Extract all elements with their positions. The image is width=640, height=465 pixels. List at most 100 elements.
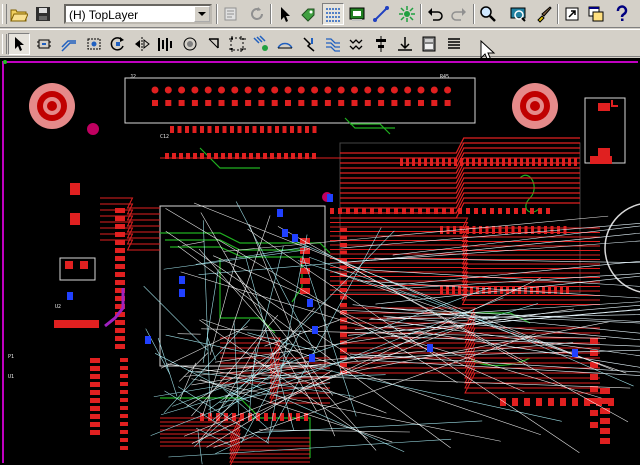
- copper-trace: [100, 221, 160, 233]
- smd-pad: [514, 208, 518, 214]
- silk-text: U1: [8, 374, 14, 380]
- save-icon[interactable]: [32, 3, 54, 25]
- header-pad: [418, 100, 424, 106]
- ratsnest-line: [157, 337, 178, 397]
- toolbar-grip[interactable]: [2, 4, 7, 24]
- route-track-icon[interactable]: [58, 33, 80, 55]
- smd-pad: [340, 288, 347, 292]
- smd-pad: [488, 286, 491, 294]
- header-pad: [404, 100, 411, 106]
- smd-pad: [90, 358, 100, 363]
- smd-pad: [242, 153, 246, 159]
- smd-pad: [470, 286, 473, 294]
- smd-pad: [120, 438, 128, 442]
- smd-pad: [90, 382, 100, 387]
- smd-pad: [484, 158, 487, 166]
- rotate-icon[interactable]: [107, 33, 129, 55]
- smd-pad: [370, 208, 374, 214]
- check-icon[interactable]: [298, 33, 320, 55]
- net-list-icon[interactable]: [346, 33, 368, 55]
- smd-pad: [518, 226, 521, 234]
- undo-icon[interactable]: [424, 3, 446, 25]
- smd-pad: [298, 153, 302, 159]
- frame-icon[interactable]: [226, 33, 248, 55]
- export-icon[interactable]: [561, 3, 583, 25]
- move-part-icon[interactable]: [298, 3, 320, 25]
- copper-trace: [100, 227, 160, 239]
- pin-icon[interactable]: [203, 33, 225, 55]
- smd-pad: [496, 158, 499, 166]
- select-part-icon[interactable]: [33, 33, 55, 55]
- toolbar-grip[interactable]: [2, 34, 7, 54]
- smd-pad: [340, 333, 347, 337]
- smd-pad: [214, 153, 218, 159]
- smd-pad: [340, 243, 347, 247]
- smd-pad: [600, 438, 610, 444]
- smd-pad: [531, 226, 534, 234]
- smd-pad: [330, 208, 334, 214]
- header-pad: [390, 86, 398, 94]
- copper-trace: [100, 203, 160, 215]
- window-icon[interactable]: [585, 3, 607, 25]
- smd-pad: [520, 158, 523, 166]
- toolbar-separator: [216, 4, 218, 24]
- layer-select[interactable]: (H) TopLayer: [64, 4, 212, 24]
- smd-pad: [544, 226, 547, 234]
- route-mode-icon[interactable]: [322, 3, 344, 25]
- via: [307, 299, 313, 307]
- redo-toggle-icon[interactable]: [220, 3, 242, 25]
- align-center-icon[interactable]: [370, 33, 392, 55]
- smd-pad: [574, 158, 577, 166]
- help-icon[interactable]: [611, 3, 633, 25]
- via: [179, 276, 185, 284]
- align-bottom-icon[interactable]: [394, 33, 416, 55]
- via-icon[interactable]: [83, 33, 105, 55]
- smd-pad: [120, 446, 128, 450]
- smd-pad: [400, 158, 403, 166]
- smd-pad: [590, 338, 598, 344]
- list-icon[interactable]: [443, 33, 465, 55]
- header-pad: [284, 86, 292, 94]
- header-pad: [364, 86, 372, 94]
- pcb-canvas[interactable]: P1 U1 U2 C12 R45 J2: [0, 58, 640, 465]
- smd-pad: [544, 158, 547, 166]
- smd-pad: [560, 286, 563, 294]
- select-arrow-icon[interactable]: [274, 3, 296, 25]
- smd-pad: [305, 153, 309, 159]
- smd-pad: [537, 226, 541, 234]
- drc-icon[interactable]: [507, 3, 529, 25]
- align-icon[interactable]: [154, 33, 176, 55]
- fanout-icon[interactable]: [396, 3, 418, 25]
- smd-pad: [590, 350, 598, 356]
- spread-icon[interactable]: [179, 33, 201, 55]
- smd-pad: [282, 126, 287, 133]
- group-icon[interactable]: [418, 33, 440, 55]
- zoom-icon[interactable]: [477, 3, 499, 25]
- chevron-down-icon[interactable]: [194, 6, 210, 22]
- header-pad: [164, 86, 172, 94]
- smd-pad: [120, 366, 128, 370]
- smd-pad: [542, 286, 545, 294]
- refresh-icon[interactable]: [246, 3, 268, 25]
- bus-route-icon[interactable]: [322, 33, 344, 55]
- via: [427, 344, 433, 352]
- smd-pad: [300, 288, 310, 294]
- add-trace-icon[interactable]: [370, 3, 392, 25]
- header-pad: [178, 86, 186, 94]
- flip-icon[interactable]: [131, 33, 153, 55]
- smd-pad: [120, 374, 128, 378]
- smd-pad: [498, 208, 502, 214]
- silk-text: U2: [55, 304, 61, 310]
- header-pad: [298, 100, 305, 106]
- smd-pad: [452, 286, 455, 294]
- paint-brush-icon[interactable]: [533, 3, 555, 25]
- smd-pad: [458, 208, 462, 214]
- select-tool-icon[interactable]: [8, 33, 30, 55]
- view-layer-icon[interactable]: [346, 3, 368, 25]
- open-folder-icon[interactable]: [8, 3, 30, 25]
- arc-tool-icon[interactable]: [274, 33, 296, 55]
- smd-pad: [526, 158, 529, 166]
- design-toolbar: [0, 29, 640, 57]
- net-tool-icon[interactable]: [250, 33, 272, 55]
- redo-icon[interactable]: [448, 3, 470, 25]
